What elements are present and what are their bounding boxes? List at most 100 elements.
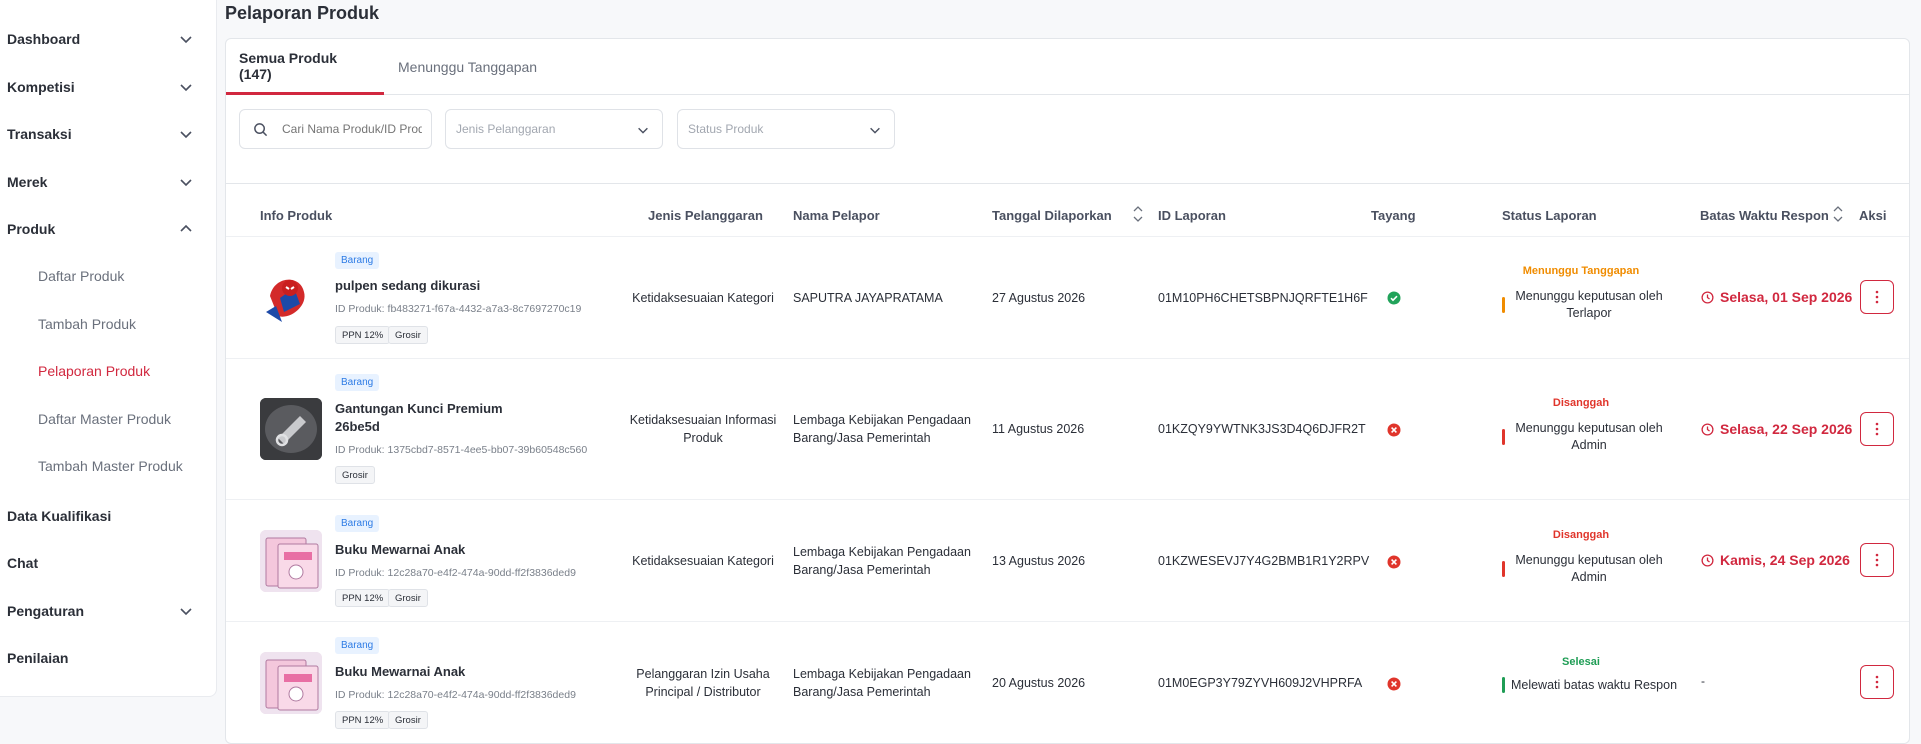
more-vertical-icon [1875, 553, 1879, 567]
sidebar-sub-label: Tambah Produk [38, 316, 137, 332]
select-placeholder: Jenis Pelanggaran [456, 122, 556, 136]
action-menu-button[interactable] [1860, 280, 1894, 314]
sidebar-item-data-kualifikasi[interactable]: Data Kualifikasi [0, 496, 217, 536]
deadline-text: Kamis, 24 Sep 2026 [1720, 552, 1850, 568]
more-vertical-icon [1875, 422, 1879, 436]
cell-nama-pelapor: SAPUTRA JAYAPRATAMA [793, 291, 943, 305]
sidebar-item-kompetisi[interactable]: Kompetisi [0, 67, 217, 107]
sidebar-item-merek[interactable]: Merek [0, 162, 217, 202]
tag-grosir: Grosir [388, 711, 428, 729]
cell-jenis-pelanggaran: Ketidaksesuaian Kategori [632, 291, 774, 305]
cell-tanggal: 20 Agustus 2026 [992, 676, 1086, 690]
search-input[interactable] [282, 120, 422, 138]
category-badge: Barang [335, 515, 380, 532]
chevron-down-icon [180, 36, 192, 44]
product-image [260, 266, 322, 328]
status-desc: Melewati batas waktu Respon [1510, 678, 1678, 692]
product-thumbnail [260, 266, 322, 328]
header-tanggal-dilaporkan[interactable]: Tanggal Dilaporkan [992, 208, 1112, 223]
sidebar-sub-label: Daftar Master Produk [38, 411, 172, 427]
cell-nama-pelapor: Lembaga Kebijakan Pengadaan Barang/Jasa … [793, 667, 971, 699]
sidebar-sub-pelaporan-produk[interactable]: Pelaporan Produk [0, 351, 217, 391]
header-jenis-pelanggaran: Jenis Pelanggaran [648, 208, 763, 223]
status-label: Menunggu Tanggapan [1522, 265, 1640, 277]
header-batas-waktu-respon[interactable]: Batas Waktu Respon [1700, 208, 1829, 223]
select-placeholder: Status Produk [688, 122, 764, 136]
tab-menunggu-tanggapan[interactable]: Menunggu Tanggapan [398, 39, 537, 95]
product-image [260, 652, 322, 714]
action-menu-button[interactable] [1860, 543, 1894, 577]
tag-ppn: PPN 12% [335, 326, 391, 344]
chevron-up-icon [180, 224, 192, 232]
tag-grosir: Grosir [388, 326, 428, 344]
tab-label: Menunggu Tanggapan [398, 59, 538, 75]
sort-icon[interactable] [1832, 202, 1844, 226]
sidebar-item-label: Dashboard [7, 31, 81, 47]
deadline-empty: - [1701, 674, 1705, 688]
deadline-text: Selasa, 22 Sep 2026 [1720, 421, 1853, 437]
header-aksi: Aksi [1859, 208, 1887, 223]
header-status-laporan: Status Laporan [1502, 208, 1597, 223]
sidebar-item-label: Data Kualifikasi [7, 508, 112, 524]
sort-icon[interactable] [1132, 202, 1144, 226]
tab-semua-produk[interactable]: Semua Produk (147) [226, 39, 384, 95]
header-id-laporan: ID Laporan [1158, 208, 1226, 223]
tab-label: Semua Produk (147) [239, 49, 338, 82]
sidebar-item-chat[interactable]: Chat [0, 543, 217, 583]
sidebar-sub-tambah-master-produk[interactable]: Tambah Master Produk [0, 446, 217, 486]
cross-circle-icon [1387, 677, 1401, 691]
sidebar-item-pengaturan[interactable]: Pengaturan [0, 591, 217, 631]
product-name[interactable]: Buku Mewarnai Anak [335, 541, 515, 559]
status-bar [1502, 429, 1505, 445]
sidebar-item-label: Produk [7, 221, 56, 237]
sidebar-sub-daftar-master-produk[interactable]: Daftar Master Produk [0, 399, 217, 439]
sidebar-item-label: Transaksi [7, 126, 72, 142]
status-desc: Menunggu keputusan oleh Terlapor [1515, 289, 1663, 320]
header-nama-pelapor: Nama Pelapor [793, 208, 880, 223]
sidebar-item-dashboard[interactable]: Dashboard [0, 19, 217, 59]
sidebar-item-label: Chat [7, 555, 39, 571]
customer-type-select[interactable]: Jenis Pelanggaran [445, 109, 663, 149]
status-desc: Menunggu keputusan oleh Admin [1515, 553, 1663, 584]
cross-circle-icon [1387, 555, 1401, 569]
search-field[interactable] [239, 109, 432, 149]
product-name[interactable]: Buku Mewarnai Anak [335, 663, 515, 681]
sidebar-sub-daftar-produk[interactable]: Daftar Produk [0, 256, 217, 296]
cell-tanggal: 27 Agustus 2026 [992, 291, 1086, 305]
sidebar-item-penilaian[interactable]: Penilaian [0, 638, 217, 678]
sidebar-sub-label: Daftar Produk [38, 268, 125, 284]
sidebar-item-produk[interactable]: Produk [0, 209, 217, 249]
action-menu-button[interactable] [1860, 412, 1894, 446]
product-image [260, 398, 322, 460]
product-status-select[interactable]: Status Produk [677, 109, 895, 149]
clock-icon [1701, 553, 1714, 567]
cell-tanggal: 13 Agustus 2026 [992, 554, 1086, 568]
cell-nama-pelapor: Lembaga Kebijakan Pengadaan Barang/Jasa … [793, 545, 971, 577]
category-badge: Barang [335, 252, 380, 269]
sidebar-item-transaksi[interactable]: Transaksi [0, 114, 217, 154]
main-card: Semua Produk (147) Menunggu Tanggapan Je… [225, 38, 1910, 744]
tag-ppn: PPN 12% [335, 711, 391, 729]
product-id: ID Produk: fb483271-f67a-4432-a7a3-8c769… [335, 303, 582, 315]
sidebar-sub-label: Pelaporan Produk [38, 363, 151, 379]
header-tayang: Tayang [1371, 208, 1416, 223]
product-name[interactable]: Gantungan Kunci Premium 26be5d [335, 400, 515, 436]
action-menu-button[interactable] [1860, 665, 1894, 699]
sidebar: Dashboard Kompetisi Transaksi Merek Prod… [0, 0, 217, 697]
sidebar-item-label: Merek [7, 174, 48, 190]
table-row: Barang pulpen sedang dikurasi ID Produk:… [226, 236, 1909, 358]
chevron-down-icon [638, 127, 648, 134]
chevron-down-icon [180, 608, 192, 616]
sidebar-item-label: Penilaian [7, 650, 69, 666]
cell-tanggal: 11 Agustus 2026 [992, 422, 1085, 436]
product-name[interactable]: pulpen sedang dikurasi [335, 277, 515, 295]
deadline: Selasa, 01 Sep 2026 [1701, 289, 1852, 305]
chevron-down-icon [870, 127, 880, 134]
chevron-down-icon [180, 131, 192, 139]
chevron-down-icon [180, 84, 192, 92]
sidebar-sub-tambah-produk[interactable]: Tambah Produk [0, 304, 217, 344]
product-id: ID Produk: 12c28a70-e4f2-474a-90dd-ff2f3… [335, 567, 576, 579]
status-label: Selesai [1562, 656, 1600, 668]
product-thumbnail [260, 530, 322, 592]
table-row: Barang Gantungan Kunci Premium 26be5d ID… [226, 358, 1909, 499]
